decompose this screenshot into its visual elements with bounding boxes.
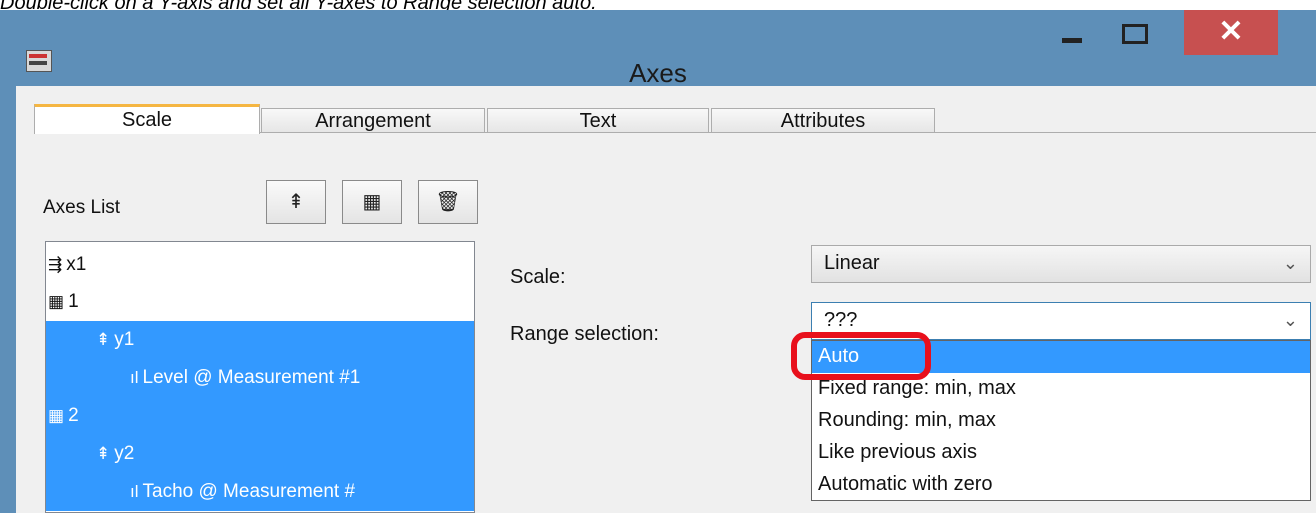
option-rounding[interactable]: Rounding: min, max xyxy=(812,405,1310,437)
x-axis-icon: ⇶ xyxy=(48,255,63,274)
tab-scale[interactable]: Scale xyxy=(34,104,260,134)
axes-list-label: Axes List xyxy=(43,197,121,218)
window-title: Axes xyxy=(629,58,687,88)
option-automatic-with-zero[interactable]: Automatic with zero xyxy=(812,469,1310,500)
axes-dialog: Axes ✕ Scale Arrangement Text Attributes… xyxy=(0,10,1316,513)
tab-arrangement[interactable]: Arrangement xyxy=(261,108,485,132)
system-icon: ▦ xyxy=(48,292,65,311)
option-unknown[interactable]: ??? xyxy=(812,499,1310,500)
close-button[interactable]: ✕ xyxy=(1184,10,1278,55)
chevron-down-icon: ⌄ xyxy=(1282,253,1298,273)
option-like-previous-axis[interactable]: Like previous axis xyxy=(812,437,1310,469)
tree-item-level-channel[interactable]: ıl Level @ Measurement #1 xyxy=(46,359,474,397)
axes-tree[interactable]: ⇶ x1 ▦ 1 ⇞ y1 ıl Level @ Measurement #1 ▦ 2 ⇞… xyxy=(45,241,475,513)
close-icon: ✕ xyxy=(1218,15,1244,48)
tree-item-y2[interactable]: ⇞ y2 xyxy=(46,435,474,473)
channel-icon: ıl xyxy=(130,368,139,387)
y-axis-icon: ⇞ xyxy=(96,330,111,349)
maximize-icon xyxy=(1122,24,1148,44)
scale-label: Scale: xyxy=(510,266,566,288)
scale-value: Linear xyxy=(824,252,880,274)
add-y-axis-button[interactable]: ⇞ xyxy=(266,180,326,224)
range-selection-value: ??? xyxy=(824,309,858,331)
range-selection-label: Range selection: xyxy=(510,323,659,345)
tab-text[interactable]: Text xyxy=(487,108,709,132)
delete-icon: 🗑 xyxy=(435,191,461,213)
tree-item-system-1[interactable]: ▦ 1 xyxy=(46,283,474,321)
delete-button[interactable]: 🗑 xyxy=(418,180,478,224)
add-system-button[interactable]: ▦ xyxy=(342,180,402,224)
tree-item-y1[interactable]: ⇞ y1 xyxy=(46,321,474,359)
add-y-axis-icon: ⇞ xyxy=(287,191,305,213)
annotation-highlight-ring xyxy=(791,332,931,380)
channel-icon: ıl xyxy=(130,482,139,501)
chevron-down-icon: ⌄ xyxy=(1282,310,1298,330)
tree-item-x1[interactable]: ⇶ x1 xyxy=(46,246,474,284)
tree-item-tacho-channel[interactable]: ıl Tacho @ Measurement # xyxy=(46,473,474,511)
add-system-icon: ▦ xyxy=(362,191,382,213)
minimize-button[interactable] xyxy=(1048,10,1106,55)
scale-select[interactable]: Linear ⌄ xyxy=(811,245,1311,283)
y-axis-icon: ⇞ xyxy=(96,444,111,463)
maximize-button[interactable] xyxy=(1106,10,1164,55)
system-icon: ▦ xyxy=(48,406,65,425)
tree-item-system-2[interactable]: ▦ 2 xyxy=(46,397,474,435)
tab-attributes[interactable]: Attributes xyxy=(711,108,935,132)
minimize-icon xyxy=(1062,38,1082,43)
title-bar[interactable]: Axes ✕ xyxy=(0,10,1316,88)
dialog-content: Scale Arrangement Text Attributes Axes L… xyxy=(16,86,1316,513)
